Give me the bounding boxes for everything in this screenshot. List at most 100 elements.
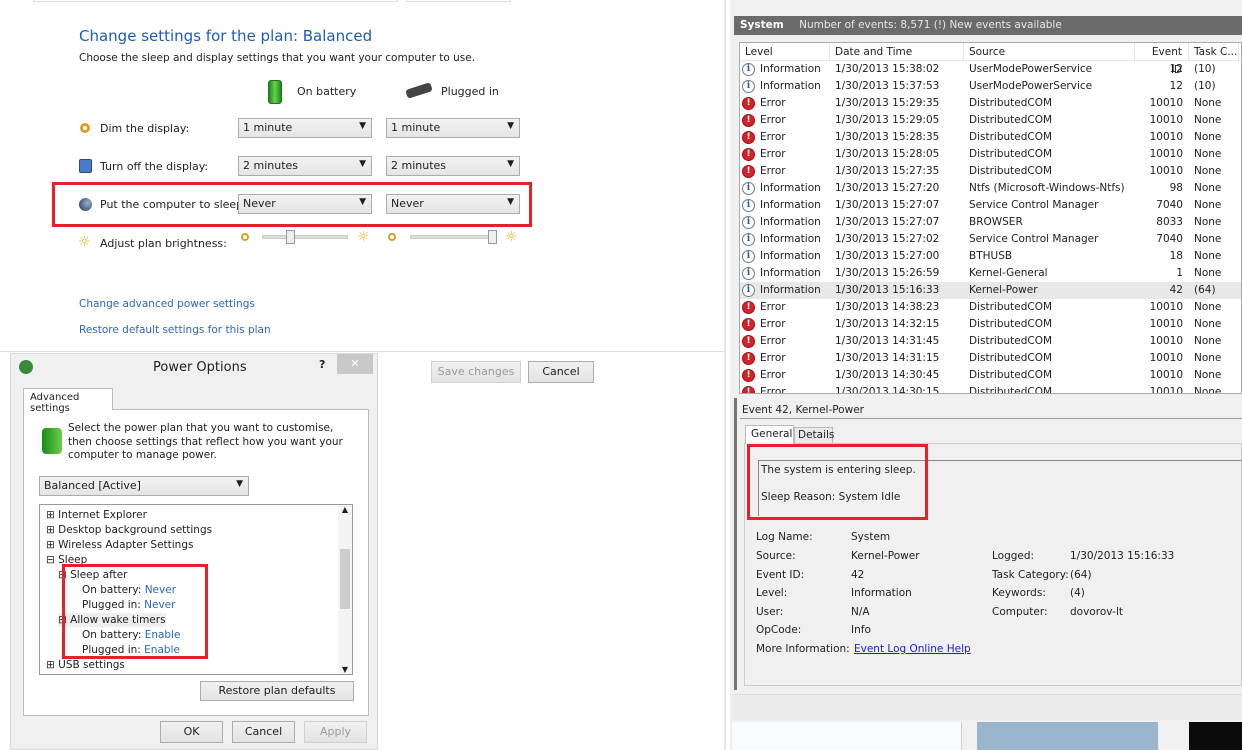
top-field-right <box>406 0 511 2</box>
table-row[interactable]: i Information 1/30/2013 15:27:07 BROWSER 803… <box>740 214 1241 231</box>
tree-item-wireless[interactable]: ⊞ Wireless Adapter Settings <box>46 538 193 552</box>
tab-label: General <box>751 428 793 440</box>
dim-display-battery-select[interactable]: 1 minute ▼ <box>238 118 372 138</box>
save-changes-button[interactable]: Save changes <box>431 361 521 383</box>
tab-advanced-settings[interactable]: Advanced settings <box>23 388 113 414</box>
cell-text: DistributedCOM <box>969 97 1053 109</box>
error-icon: ! <box>742 165 755 178</box>
table-row[interactable]: i Information 1/30/2013 15:27:07 Service Co… <box>740 197 1241 214</box>
tree-item-usb[interactable]: ⊞ USB settings <box>46 658 125 672</box>
power-options-icon <box>19 360 33 374</box>
close-button[interactable]: ✕ <box>337 354 373 374</box>
sleep-moon-icon <box>79 198 92 211</box>
col-source[interactable]: Source <box>964 43 1135 60</box>
error-icon: ! <box>742 114 755 127</box>
restore-defaults-link[interactable]: Restore default settings for this plan <box>79 324 271 336</box>
cell-text: 1/30/2013 15:29:35 <box>835 97 940 109</box>
turn-off-display-icon <box>79 159 92 173</box>
table-row[interactable]: ! Error 1/30/2013 14:30:15 DistributedCOM 10… <box>740 384 1241 393</box>
cell-text: Error <box>760 97 786 109</box>
tab-general[interactable]: General <box>745 425 794 444</box>
col-task[interactable]: Task C... <box>1189 43 1239 60</box>
source-label: Source: <box>756 550 796 562</box>
cell-event-id: 10010 <box>1135 367 1189 384</box>
cell-level: i Information <box>740 78 830 95</box>
turn-off-display-battery-select[interactable]: 2 minutes ▼ <box>238 156 372 176</box>
table-row[interactable]: i Information 1/30/2013 15:37:53 UserModePo… <box>740 78 1241 95</box>
table-row[interactable]: ! Error 1/30/2013 14:32:15 DistributedCOM 10… <box>740 316 1241 333</box>
on-battery-header: On battery <box>297 85 357 98</box>
event-log-help-link[interactable]: Event Log Online Help <box>854 643 971 655</box>
cell-source: Ntfs (Microsoft-Windows-Ntfs) <box>964 180 1135 197</box>
cell-date: 1/30/2013 15:27:35 <box>830 163 964 180</box>
col-level[interactable]: Level <box>740 43 830 60</box>
cell-text: Ntfs (Microsoft-Windows-Ntfs) <box>969 182 1125 194</box>
col-date[interactable]: Date and Time <box>830 43 964 60</box>
table-row[interactable]: ! Error 1/30/2013 14:31:45 DistributedCOM 10… <box>740 333 1241 350</box>
cell-event-id: 12 <box>1135 61 1189 78</box>
table-row[interactable]: ! Error 1/30/2013 14:31:15 DistributedCOM 10… <box>740 350 1241 367</box>
cell-text: DistributedCOM <box>969 369 1053 381</box>
cell-text: 7040 <box>1156 199 1183 211</box>
table-row[interactable]: i Information 1/30/2013 15:27:02 Service Co… <box>740 231 1241 248</box>
table-row[interactable]: ! Error 1/30/2013 15:28:05 DistributedCOM 10… <box>740 146 1241 163</box>
ok-button[interactable]: OK <box>160 721 223 743</box>
col-event-id[interactable]: Event ID <box>1135 43 1189 76</box>
dialog-cancel-button[interactable]: Cancel <box>232 721 295 743</box>
tree-item-desktop-background[interactable]: ⊞ Desktop background settings <box>46 523 212 537</box>
table-row[interactable]: ! Error 1/30/2013 14:38:23 DistributedCOM 10… <box>740 299 1241 316</box>
error-icon: ! <box>742 97 755 110</box>
cell-text: DistributedCOM <box>969 131 1053 143</box>
table-row[interactable]: i Information 1/30/2013 15:27:00 BTHUSB 18 No… <box>740 248 1241 265</box>
scroll-up-icon[interactable]: ▲ <box>338 505 352 514</box>
opcode-label: OpCode: <box>756 624 802 636</box>
cell-date: 1/30/2013 15:29:35 <box>830 95 964 112</box>
plan-select[interactable]: Balanced [Active] ▼ <box>39 476 249 496</box>
cell-event-id: 10010 <box>1135 163 1189 180</box>
table-row[interactable]: ! Error 1/30/2013 14:30:45 DistributedCOM 10… <box>740 367 1241 384</box>
turn-off-display-plugged-select[interactable]: 2 minutes ▼ <box>386 156 520 176</box>
help-button[interactable]: ? <box>319 358 325 371</box>
sleep-plugged-select[interactable]: Never ▼ <box>386 194 520 214</box>
scroll-thumb[interactable] <box>340 549 350 609</box>
cell-task: (64) <box>1189 282 1239 299</box>
brightness-battery-slider[interactable] <box>262 230 348 244</box>
cell-date: 1/30/2013 15:28:05 <box>830 146 964 163</box>
tree-item-internet-explorer[interactable]: ⊞ Internet Explorer <box>46 508 147 522</box>
change-advanced-link[interactable]: Change advanced power settings <box>79 298 255 310</box>
cell-task: (10) <box>1189 61 1239 78</box>
table-row[interactable]: i Information 1/30/2013 15:16:33 Kernel-Pow… <box>740 282 1241 299</box>
cell-level: ! Error <box>740 384 830 393</box>
table-row[interactable]: ! Error 1/30/2013 15:27:35 DistributedCOM 10… <box>740 163 1241 180</box>
brightness-label: Adjust plan brightness: <box>100 237 227 250</box>
table-row[interactable]: ! Error 1/30/2013 15:29:35 DistributedCOM 10… <box>740 95 1241 112</box>
table-row[interactable]: i Information 1/30/2013 15:38:02 UserModePo… <box>740 61 1241 78</box>
restore-plan-defaults-button[interactable]: Restore plan defaults <box>200 681 354 701</box>
slider-thumb[interactable] <box>488 230 497 244</box>
cell-event-id: 10010 <box>1135 384 1189 393</box>
table-row[interactable]: ! Error 1/30/2013 15:29:05 DistributedCOM 10… <box>740 112 1241 129</box>
chevron-down-icon: ▼ <box>236 479 243 489</box>
dim-display-plugged-select[interactable]: 1 minute ▼ <box>386 118 520 138</box>
cell-event-id: 7040 <box>1135 197 1189 214</box>
pane-left-border <box>734 398 737 690</box>
cell-task: None <box>1189 384 1239 393</box>
cell-text: Error <box>760 352 786 364</box>
cell-task: None <box>1189 248 1239 265</box>
slider-thumb[interactable] <box>286 230 296 244</box>
table-row[interactable]: i Information 1/30/2013 15:26:59 Kernel-Gen… <box>740 265 1241 282</box>
tab-details[interactable]: Details <box>794 427 834 444</box>
table-row[interactable]: i Information 1/30/2013 15:27:20 Ntfs (Micr… <box>740 180 1241 197</box>
cell-text: 1/30/2013 15:28:35 <box>835 131 940 143</box>
apply-button[interactable]: Apply <box>304 721 367 743</box>
scroll-down-icon[interactable]: ▼ <box>338 665 352 674</box>
tree-scrollbar[interactable]: ▲ ▼ <box>338 505 352 674</box>
sleep-battery-select[interactable]: Never ▼ <box>238 194 372 214</box>
cell-source: UserModePowerService <box>964 78 1135 95</box>
cell-level: i Information <box>740 248 830 265</box>
error-icon: ! <box>742 386 755 393</box>
brightness-plugged-slider[interactable] <box>410 230 497 244</box>
table-row[interactable]: ! Error 1/30/2013 15:28:35 DistributedCOM 10… <box>740 129 1241 146</box>
cancel-button[interactable]: Cancel <box>528 361 594 383</box>
cell-event-id: 10010 <box>1135 316 1189 333</box>
